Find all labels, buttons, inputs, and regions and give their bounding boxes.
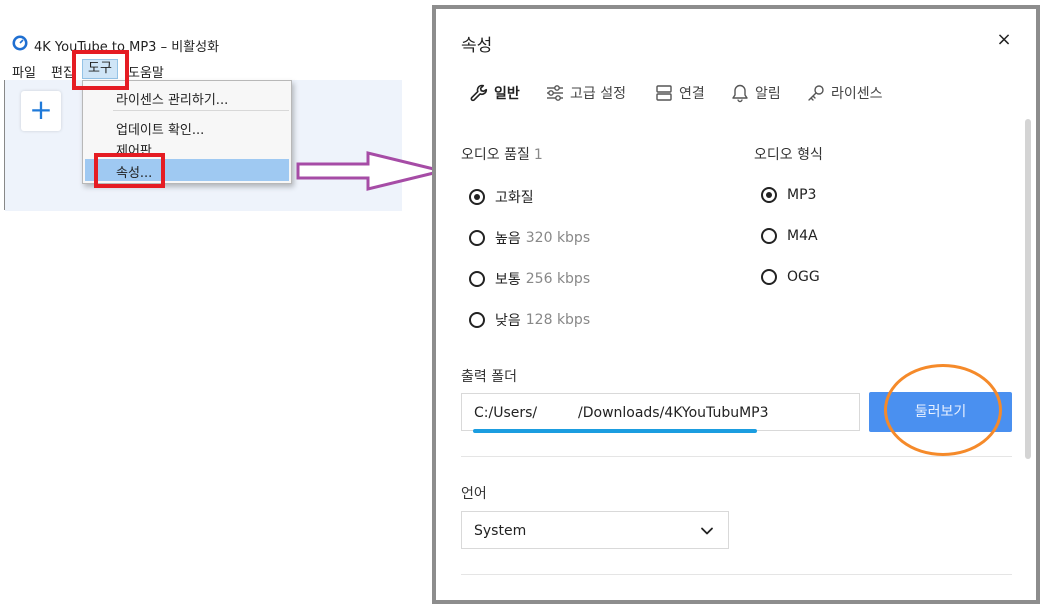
tab-advanced-label: 고급 설정 bbox=[570, 86, 626, 102]
tab-notifications-label: 알림 bbox=[755, 86, 781, 102]
audio-format-label: 오디오 형식 bbox=[754, 147, 823, 163]
close-icon[interactable]: × bbox=[994, 29, 1014, 50]
tab-general[interactable]: 일반 bbox=[469, 82, 520, 104]
menu-separator bbox=[113, 110, 289, 111]
quality-option-bitrate: 320 kbps bbox=[525, 230, 591, 246]
server-icon bbox=[656, 85, 672, 101]
quality-option-label: 높음 bbox=[495, 231, 521, 247]
radio-button[interactable] bbox=[469, 271, 485, 287]
output-folder-input[interactable]: C:/Users/ /Downloads/4KYouTubuMP3 bbox=[461, 393, 860, 431]
radio-button[interactable] bbox=[761, 187, 777, 203]
app-logo-icon bbox=[12, 35, 28, 51]
section-divider bbox=[461, 456, 1012, 457]
quality-option-label: 보통 bbox=[495, 272, 521, 288]
add-button[interactable]: + bbox=[21, 91, 61, 131]
menu-item-manage-license[interactable]: 라이센스 관리하기... bbox=[116, 89, 228, 108]
tab-license-label: 라이센스 bbox=[831, 86, 883, 102]
tab-license[interactable]: 라이센스 bbox=[806, 82, 883, 104]
bell-icon bbox=[732, 84, 748, 103]
format-option-label: OGG bbox=[787, 269, 820, 285]
format-option-mp3[interactable]: MP3 bbox=[761, 187, 816, 203]
section-divider bbox=[461, 574, 1012, 575]
chevron-down-icon bbox=[701, 527, 713, 535]
format-option-label: M4A bbox=[787, 228, 818, 244]
highlight-box-tools bbox=[72, 50, 129, 90]
quality-option-high-quality[interactable]: 고화질 bbox=[469, 187, 534, 207]
radio-button[interactable] bbox=[761, 269, 777, 285]
dialog-title: 속성 bbox=[461, 36, 493, 56]
quality-option-320[interactable]: 높음 320 kbps bbox=[469, 228, 590, 248]
tab-advanced[interactable]: 고급 설정 bbox=[545, 82, 626, 104]
audio-quality-label: 오디오 품질 1 bbox=[461, 144, 543, 164]
quality-option-bitrate: 256 kbps bbox=[525, 271, 591, 287]
tab-connection[interactable]: 연결 bbox=[654, 82, 705, 104]
quality-option-label: 낮음 bbox=[495, 313, 521, 329]
format-option-label: MP3 bbox=[787, 187, 817, 203]
tab-connection-label: 연결 bbox=[679, 86, 705, 102]
browse-highlight-circle bbox=[884, 364, 1002, 456]
quality-option-bitrate: 128 kbps bbox=[525, 312, 591, 328]
language-label: 언어 bbox=[461, 486, 487, 502]
scrollbar[interactable] bbox=[1025, 119, 1031, 459]
highlight-box-properties bbox=[94, 153, 165, 188]
output-folder-path-end: /Downloads/4KYouTubuMP3 bbox=[578, 405, 769, 421]
output-folder-path-start: C:/Users/ bbox=[474, 405, 538, 421]
menu-item-check-update[interactable]: 업데이트 확인... bbox=[116, 119, 204, 138]
tab-notifications[interactable]: 알림 bbox=[730, 82, 781, 104]
properties-dialog: 속성 × 일반 고급 설정 연결 알림 라이센스 오디오 품질 1 고화질 높음… bbox=[436, 9, 1036, 600]
language-select[interactable]: System bbox=[461, 511, 729, 549]
radio-button[interactable] bbox=[761, 228, 777, 244]
quality-option-256[interactable]: 보통 256 kbps bbox=[469, 269, 590, 289]
quality-option-label: 고화질 bbox=[495, 190, 534, 206]
radio-button[interactable] bbox=[469, 312, 485, 328]
radio-button[interactable] bbox=[469, 230, 485, 246]
tab-general-label: 일반 bbox=[494, 86, 520, 102]
wrench-icon bbox=[470, 84, 488, 102]
format-option-ogg[interactable]: OGG bbox=[761, 269, 820, 285]
path-underline-annotation bbox=[473, 429, 757, 433]
format-option-m4a[interactable]: M4A bbox=[761, 228, 818, 244]
radio-button[interactable] bbox=[469, 189, 485, 205]
key-icon bbox=[808, 85, 824, 101]
language-value: System bbox=[474, 523, 527, 539]
quality-option-128[interactable]: 낮음 128 kbps bbox=[469, 310, 590, 330]
output-folder-label: 출력 폴더 bbox=[461, 369, 517, 385]
menu-file[interactable]: 파일 bbox=[12, 62, 36, 81]
arrow-right-icon bbox=[296, 151, 443, 191]
audio-quality-info: 1 bbox=[533, 147, 543, 163]
audio-quality-text: 오디오 품질 bbox=[461, 147, 530, 163]
sliders-icon bbox=[547, 85, 563, 101]
menu-help[interactable]: 도움말 bbox=[128, 62, 164, 81]
